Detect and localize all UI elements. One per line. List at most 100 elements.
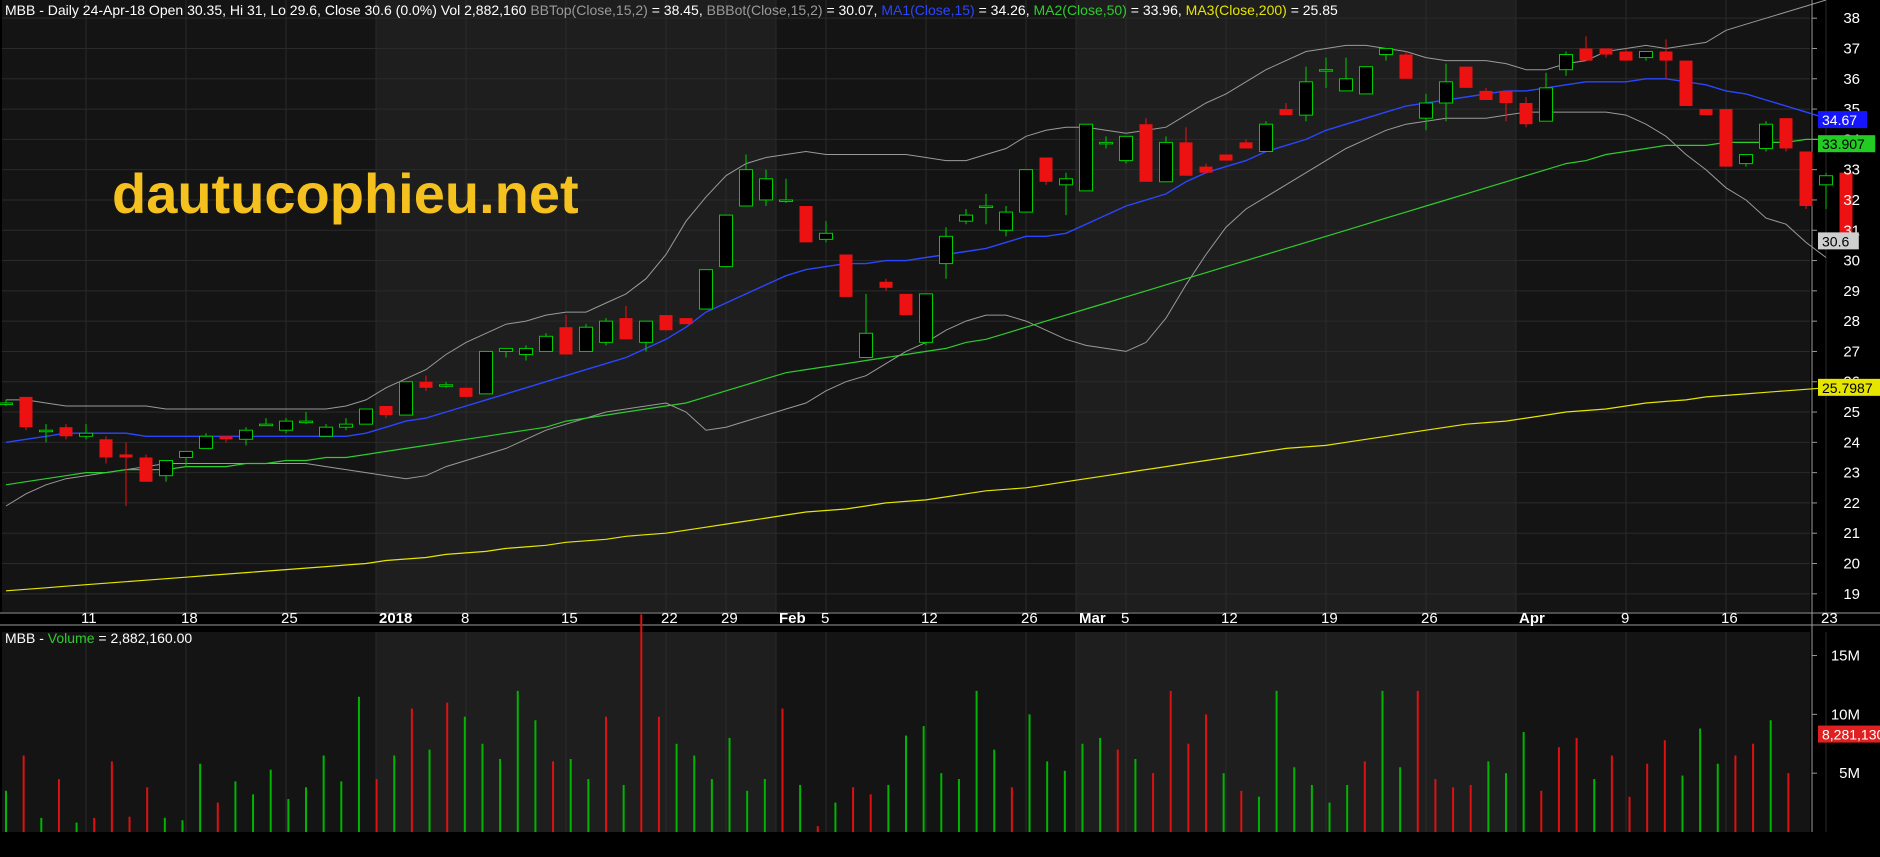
candle-body [1259,123,1273,152]
candle-body [359,408,373,425]
candle-body [1459,66,1473,88]
candle-body [779,199,793,202]
candle-body [99,439,113,458]
candle [1039,157,1053,185]
candle-body [919,293,933,343]
volume-tick-label: 10M [1831,706,1860,723]
candle-body [879,281,893,288]
candle-body [599,320,613,343]
candle-body [559,327,573,355]
header-segment: MA3(Close,200) [1186,2,1287,18]
volume-panel[interactable]: 5M 10M 15M 8,281,130 [2,614,1880,832]
date-tick-label: 19 [1321,610,1338,627]
candle-body [1139,124,1153,182]
candle [19,396,33,431]
candle-body [199,435,213,449]
candle-body [1819,175,1833,186]
price-tick-label: 33 [1843,162,1860,179]
candle-body [1059,178,1073,186]
candle [1799,151,1813,210]
candle-body [1219,154,1233,161]
candle-body [1519,103,1533,125]
candle-body [1299,81,1313,116]
candle [1359,66,1373,95]
candle-body [1079,123,1093,192]
candle [1719,109,1733,167]
candle [839,254,853,297]
date-tick-label: Apr [1519,610,1545,627]
candle-body [1039,157,1053,182]
candle-body [1199,166,1213,173]
candle-body [419,381,433,388]
date-tick-label: 5 [1121,610,1129,627]
candle [579,324,593,352]
candle [1679,60,1693,107]
date-tick-label: 23 [1821,610,1838,627]
candle-body [439,384,453,387]
date-tick-label: 26 [1021,610,1038,627]
candle [1159,136,1173,183]
header-segment: Volume [48,630,95,646]
date-tick-label: 29 [721,610,738,627]
price-tick-label: 30 [1843,253,1860,270]
candle-body [219,436,233,440]
header-segment: = 30.07, [823,2,882,18]
candle [479,350,493,395]
candle-body [1339,78,1353,92]
candle-body [519,347,533,355]
candle-body [1499,90,1513,104]
price-tick-label: 27 [1843,343,1860,360]
date-tick-label: 5 [821,610,829,627]
candle-body [139,457,153,482]
date-tick-label: 16 [1721,610,1738,627]
candle-body [999,211,1013,231]
candle-body [759,178,773,201]
ma1-value-badge: 34.67 [1822,112,1857,128]
volume-value-badge: 8,281,130 [1822,727,1880,743]
candle [539,333,553,352]
candle [1119,135,1133,164]
price-tick-label: 20 [1843,556,1860,573]
date-tick-label: 2018 [379,610,412,627]
header-segment: BBTop(Close,15,2) [530,2,648,18]
candle-body [1719,109,1733,167]
candle-body [899,293,913,316]
candle-body [179,450,193,458]
candle-body [1159,141,1173,183]
candle-body [1759,123,1773,149]
candle-body [339,423,353,428]
candle-body [279,420,293,431]
candle-body [159,460,173,477]
candle-body [1099,141,1113,145]
header-segment: MA1(Close,15) [881,2,974,18]
candle [459,387,473,397]
candle-body [379,405,393,416]
candle-body [839,254,853,297]
candle [659,315,673,331]
price-tick-label: 29 [1843,283,1860,300]
ma3-value-badge: 25.7987 [1822,380,1873,396]
date-tick-label: 25 [281,610,298,627]
header-segment: = 2,882,160.00 [94,630,192,646]
header-segment: = 33.96, [1127,2,1186,18]
candle-body [459,387,473,397]
candle-body [19,396,33,428]
candle-body [1539,87,1553,122]
price-tick-label: 38 [1843,10,1860,27]
price-tick-label: 22 [1843,495,1860,512]
candle-body [679,318,693,325]
chart-canvas: 1920212223242526272829303132333435363738… [0,0,1880,852]
candle [679,318,693,325]
date-tick-label: 26 [1421,610,1438,627]
candle-body [479,350,493,395]
candle [1399,51,1413,79]
price-tick-label: 23 [1843,465,1860,482]
price-tick-label: 21 [1843,525,1860,542]
candle [799,206,813,243]
candle-body [1619,51,1633,61]
price-tick-label: 24 [1843,434,1860,451]
candle-body [1399,54,1413,79]
candle [919,293,933,346]
candle-body [819,232,833,240]
date-tick-label: 11 [81,610,97,627]
